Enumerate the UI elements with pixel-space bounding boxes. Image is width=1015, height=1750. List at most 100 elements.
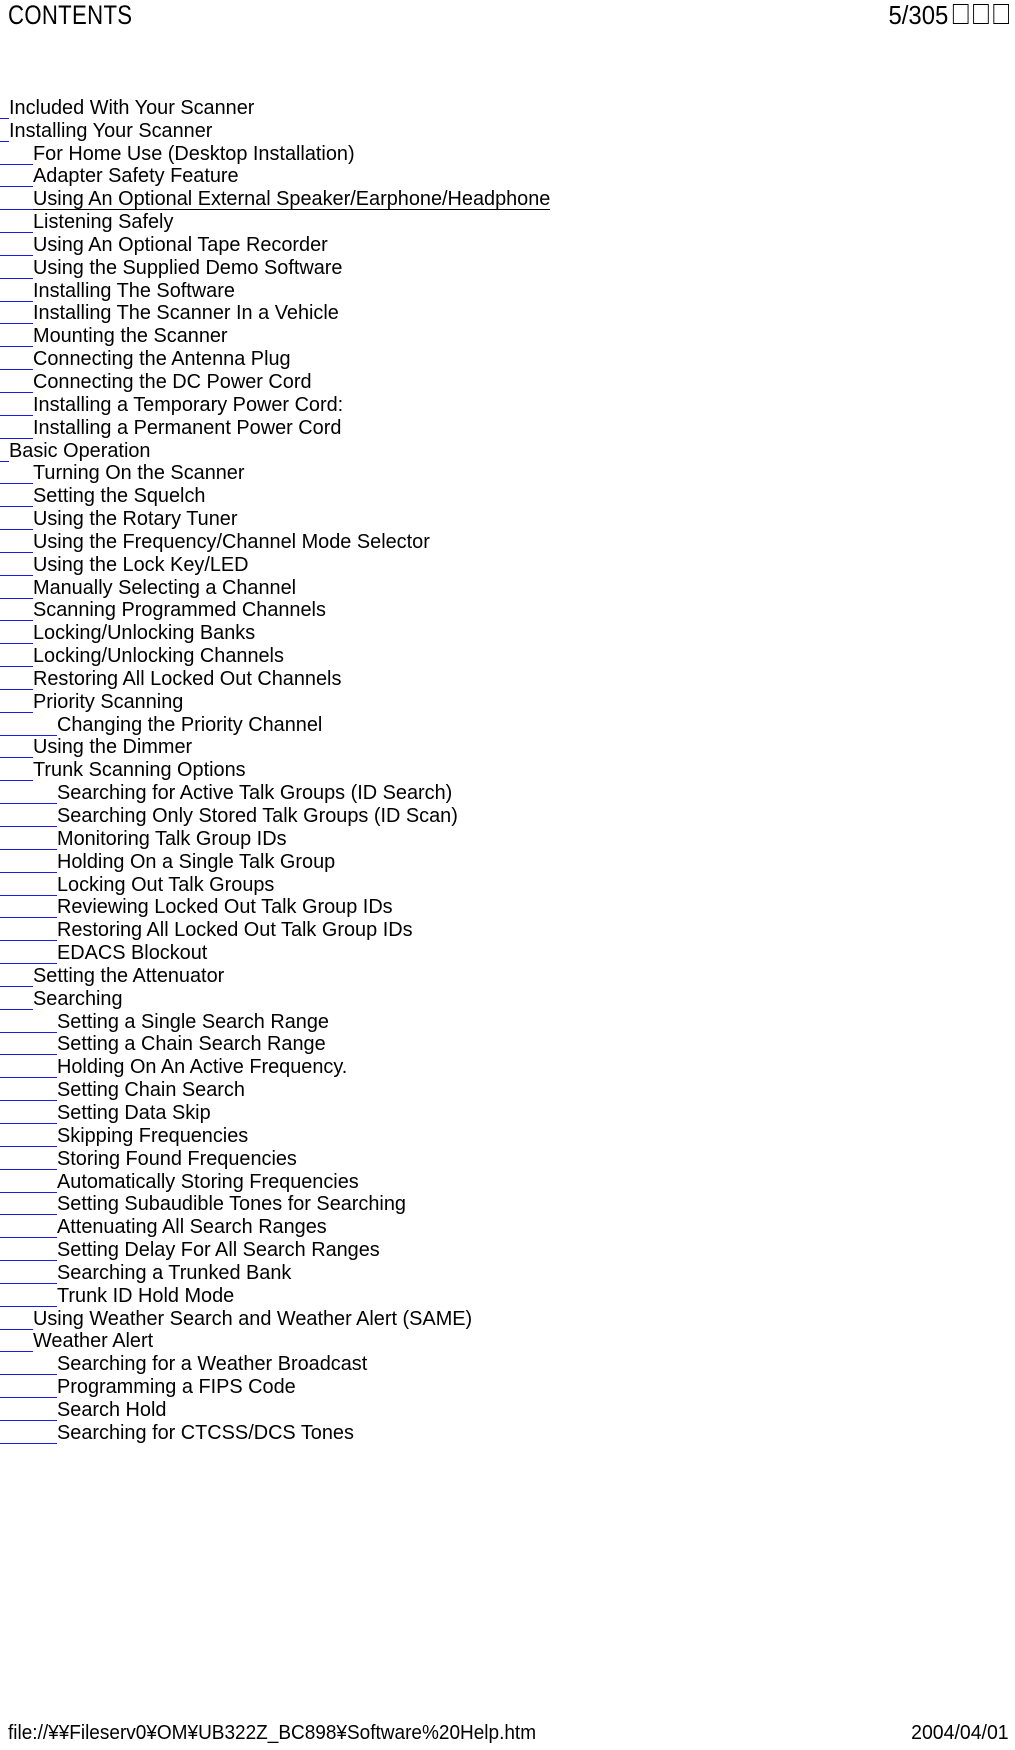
toc-item[interactable]: Changing the Priority Channel xyxy=(0,713,1015,736)
toc-indent-rule[interactable] xyxy=(0,1197,57,1216)
toc-indent-rule[interactable] xyxy=(0,923,57,942)
toc-item[interactable]: Listening Safely xyxy=(0,210,1015,234)
toc-indent-rule[interactable] xyxy=(0,946,57,965)
toc-item-label[interactable]: Searching Only Stored Talk Groups (ID Sc… xyxy=(57,805,458,827)
toc-item-label[interactable]: Setting Delay For All Search Ranges xyxy=(57,1239,380,1261)
toc-item[interactable]: Included With Your Scanner xyxy=(0,96,1015,119)
toc-item-label[interactable]: Installing The Software xyxy=(33,280,235,302)
toc-item[interactable]: Restoring All Locked Out Channels xyxy=(0,667,1015,690)
toc-item-label[interactable]: Restoring All Locked Out Talk Group IDs xyxy=(57,919,413,941)
toc-item-label[interactable]: Searching for a Weather Broadcast xyxy=(57,1353,367,1375)
toc-item-label[interactable]: Using An Optional External Speaker/Earph… xyxy=(33,188,551,211)
toc-indent-rule[interactable] xyxy=(0,1380,57,1399)
toc-item-label[interactable]: Connecting the DC Power Cord xyxy=(33,371,312,393)
toc-item[interactable]: Manually Selecting a Channel xyxy=(0,576,1015,599)
toc-indent-rule[interactable] xyxy=(0,900,57,919)
toc-item[interactable]: Attenuating All Search Ranges xyxy=(0,1215,1015,1239)
toc-item[interactable]: Using the Dimmer xyxy=(0,736,1015,759)
toc-item[interactable]: Setting the Attenuator xyxy=(0,964,1015,987)
toc-item[interactable]: Weather Alert xyxy=(0,1330,1015,1353)
toc-item-label[interactable]: For Home Use (Desktop Installation) xyxy=(33,143,355,165)
toc-indent-rule[interactable] xyxy=(0,809,57,827)
toc-indent-rule[interactable] xyxy=(0,1015,57,1033)
toc-item[interactable]: Search Hold xyxy=(0,1398,1015,1421)
toc-indent-rule[interactable] xyxy=(0,466,33,485)
toc-item-label[interactable]: Scanning Programmed Channels xyxy=(33,599,326,621)
toc-indent-rule[interactable] xyxy=(0,603,33,622)
toc-item[interactable]: Searching for Active Talk Groups (ID Sea… xyxy=(0,781,1015,805)
toc-item-label[interactable]: Locking/Unlocking Banks xyxy=(33,622,255,644)
toc-item[interactable]: Monitoring Talk Group IDs xyxy=(0,827,1015,850)
toc-item[interactable]: Locking/Unlocking Channels xyxy=(0,644,1015,668)
toc-item-label[interactable]: Listening Safely xyxy=(33,211,173,233)
toc-item-label[interactable]: Storing Found Frequencies xyxy=(57,1148,297,1170)
toc-indent-rule[interactable] xyxy=(0,1243,57,1262)
toc-item[interactable]: Setting a Chain Search Range xyxy=(0,1033,1015,1056)
toc-indent-rule[interactable] xyxy=(0,740,33,759)
toc-item[interactable]: Setting Subaudible Tones for Searching xyxy=(0,1193,1015,1216)
toc-item-label[interactable]: Searching xyxy=(33,988,123,1010)
toc-item[interactable]: Holding On An Active Frequency. xyxy=(0,1055,1015,1079)
toc-item[interactable]: Setting Chain Search xyxy=(0,1078,1015,1102)
toc-indent-rule[interactable] xyxy=(0,763,33,782)
toc-item-label[interactable]: Searching a Trunked Bank xyxy=(57,1262,291,1284)
toc-item-label[interactable]: Adapter Safety Feature xyxy=(33,165,239,187)
toc-item[interactable]: Adapter Safety Feature xyxy=(0,165,1015,188)
toc-item-label[interactable]: Setting the Squelch xyxy=(33,485,205,507)
toc-indent-rule[interactable] xyxy=(0,1312,33,1330)
toc-item-label[interactable]: Installing The Scanner In a Vehicle xyxy=(33,302,339,324)
toc-indent-rule[interactable] xyxy=(0,1083,57,1102)
toc-item-label[interactable]: Connecting the Antenna Plug xyxy=(33,348,291,370)
toc-item-label[interactable]: Reviewing Locked Out Talk Group IDs xyxy=(57,896,393,918)
toc-item[interactable]: Connecting the DC Power Cord xyxy=(0,370,1015,393)
toc-item[interactable]: Mounting the Scanner xyxy=(0,324,1015,348)
toc-item[interactable]: Using Weather Search and Weather Alert (… xyxy=(0,1307,1015,1330)
toc-item-label[interactable]: Searching for CTCSS/DCS Tones xyxy=(57,1422,354,1444)
toc-indent-rule[interactable] xyxy=(0,649,33,668)
toc-item-label[interactable]: Turning On the Scanner xyxy=(33,462,245,484)
toc-item[interactable]: Reviewing Locked Out Talk Group IDs xyxy=(0,896,1015,919)
toc-indent-rule[interactable] xyxy=(0,238,33,256)
toc-item[interactable]: Setting Data Skip xyxy=(0,1101,1015,1124)
toc-item[interactable]: Setting the Squelch xyxy=(0,484,1015,508)
toc-item[interactable]: Scanning Programmed Channels xyxy=(0,599,1015,622)
toc-indent-rule[interactable] xyxy=(0,101,9,119)
toc-item[interactable]: Storing Found Frequencies xyxy=(0,1147,1015,1170)
toc-item-label[interactable]: Using the Frequency/Channel Mode Selecto… xyxy=(33,531,430,553)
toc-indent-rule[interactable] xyxy=(0,1060,57,1079)
toc-item-label[interactable]: Mounting the Scanner xyxy=(33,325,228,347)
toc-indent-rule[interactable] xyxy=(0,169,33,188)
toc-item-label[interactable]: Using the Lock Key/LED xyxy=(33,554,249,576)
toc-item[interactable]: Connecting the Antenna Plug xyxy=(0,347,1015,371)
toc-indent-rule[interactable] xyxy=(0,215,33,234)
toc-indent-rule[interactable] xyxy=(0,1334,33,1353)
toc-indent-rule[interactable] xyxy=(0,1357,57,1376)
toc-item[interactable]: Trunk ID Hold Mode xyxy=(0,1284,1015,1307)
toc-item-label[interactable]: Installing a Temporary Power Cord: xyxy=(33,394,343,416)
toc-indent-rule[interactable] xyxy=(0,535,33,553)
toc-item-label[interactable]: Using Weather Search and Weather Alert (… xyxy=(33,1308,472,1330)
toc-item-label[interactable]: Monitoring Talk Group IDs xyxy=(57,828,287,850)
toc-indent-rule[interactable] xyxy=(0,1037,57,1056)
toc-item-label[interactable]: Programming a FIPS Code xyxy=(57,1376,296,1398)
toc-indent-rule[interactable] xyxy=(0,329,33,348)
toc-indent-rule[interactable] xyxy=(0,398,33,416)
toc-item-label[interactable]: Setting a Chain Search Range xyxy=(57,1033,326,1055)
toc-item[interactable]: Setting a Single Search Range xyxy=(0,1010,1015,1033)
toc-item-label[interactable]: Priority Scanning xyxy=(33,691,183,713)
toc-indent-rule[interactable] xyxy=(0,1220,57,1239)
toc-item[interactable]: Installing a Permanent Power Cord xyxy=(0,416,1015,439)
toc-indent-rule[interactable] xyxy=(0,672,33,690)
toc-item-label[interactable]: Manually Selecting a Channel xyxy=(33,577,296,599)
toc-item-label[interactable]: EDACS Blockout xyxy=(57,942,207,964)
toc-item[interactable]: Using the Rotary Tuner xyxy=(0,507,1015,531)
toc-item[interactable]: Restoring All Locked Out Talk Group IDs xyxy=(0,918,1015,942)
toc-item-label[interactable]: Skipping Frequencies xyxy=(57,1125,248,1147)
toc-item-label[interactable]: Searching for Active Talk Groups (ID Sea… xyxy=(57,782,452,804)
toc-item-label[interactable]: Changing the Priority Channel xyxy=(57,714,322,736)
toc-indent-rule[interactable] xyxy=(0,1106,57,1124)
toc-item[interactable]: Skipping Frequencies xyxy=(0,1124,1015,1147)
toc-indent-rule[interactable] xyxy=(0,626,33,645)
toc-indent-rule[interactable] xyxy=(0,1152,57,1170)
toc-indent-rule[interactable] xyxy=(0,512,33,531)
